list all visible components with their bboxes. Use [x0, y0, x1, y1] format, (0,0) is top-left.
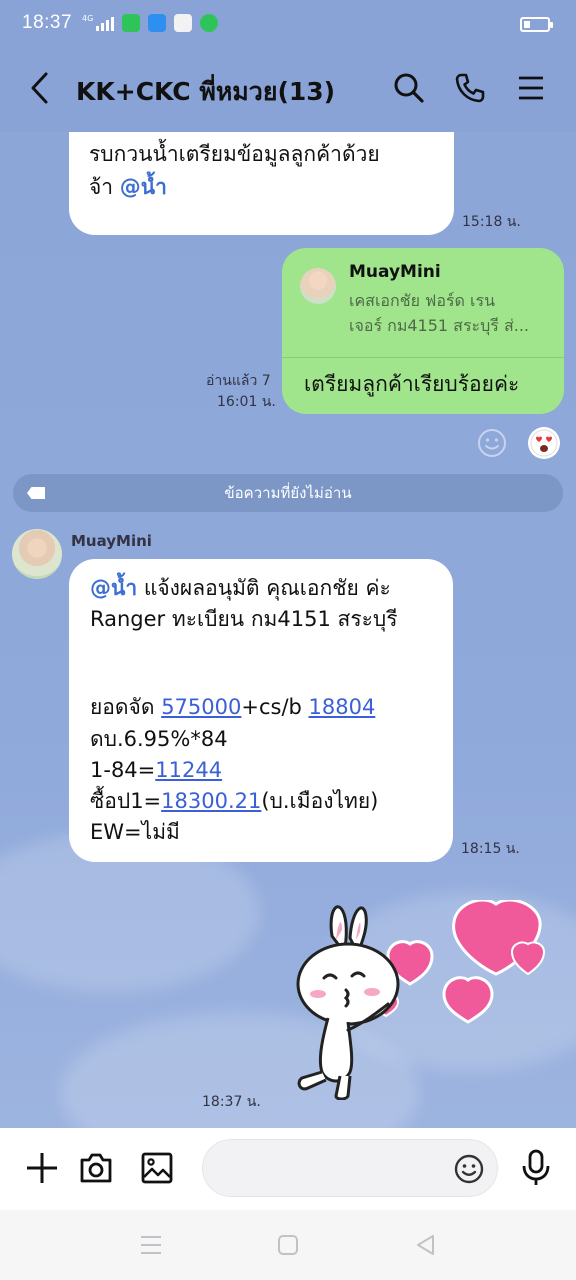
search-button[interactable] — [389, 68, 429, 108]
image-notification-icon — [174, 14, 193, 32]
message-field[interactable] — [202, 1139, 498, 1197]
microphone-icon — [522, 1149, 550, 1185]
quoted-text-line: เคสเอกชัย ฟอร์ด เรน — [349, 291, 496, 310]
message-input[interactable] — [221, 1154, 441, 1184]
message-text: 1-84= — [90, 758, 156, 782]
sender-avatar[interactable] — [12, 529, 62, 579]
message-time: 15:18 น. — [462, 214, 521, 230]
heart-eyes-emoji-icon — [530, 429, 558, 457]
unread-messages-divider: ข้อความที่ยังไม่อ่าน — [13, 474, 563, 512]
quoted-avatar — [300, 268, 336, 304]
phone-number-link[interactable]: 11244 — [155, 758, 222, 782]
message-text: (บ.เมืองไทย) — [261, 789, 379, 813]
chat-area[interactable]: รบกวนน้ำเตรียมข้อมูลลูกค้าด้วย จ้า @น้ำ … — [0, 132, 576, 1128]
quoted-message[interactable]: MuayMini เคสเอกชัย ฟอร์ด เรน เจอร์ กม415… — [282, 248, 564, 358]
incoming-message-bubble[interactable]: รบกวนน้ำเตรียมข้อมูลลูกค้าด้วย จ้า @น้ำ — [69, 132, 454, 235]
phone-icon — [455, 73, 485, 103]
message-text-line: รบกวนน้ำเตรียมข้อมูลลูกค้าด้วย — [89, 142, 380, 166]
home-button[interactable] — [275, 1232, 301, 1258]
tag-icon — [27, 487, 45, 499]
message-text: ซื้อป1= — [90, 789, 162, 813]
voice-button[interactable] — [516, 1148, 556, 1188]
message-text-line: 1-84=11244 — [90, 755, 222, 786]
chevron-left-icon — [31, 72, 48, 104]
call-button[interactable] — [450, 68, 490, 108]
message-text-line: ดบ.6.95%*84 — [90, 727, 228, 751]
message-text: ยอดจัด — [90, 695, 162, 719]
back-nav-button[interactable] — [412, 1232, 438, 1258]
unread-divider-label: ข้อความที่ยังไม่อ่าน — [224, 484, 352, 502]
cony-hearts-sticker[interactable] — [288, 898, 548, 1101]
status-time: 18:37 — [22, 12, 73, 33]
chat-notification-icon — [200, 14, 219, 32]
gallery-button[interactable] — [137, 1148, 177, 1188]
message-text-line: ยอดจัด 575000+cs/b 18804 — [90, 692, 375, 723]
message-text-line: @น้ำ แจ้งผลอนุมัติ คุณเอกชัย ค่ะ — [90, 573, 391, 604]
camera-button[interactable] — [76, 1148, 116, 1188]
love-reaction-button[interactable] — [528, 427, 560, 459]
triangle-back-icon — [417, 1235, 434, 1255]
message-text: +cs/b — [241, 695, 309, 719]
app-notification-icon — [148, 14, 167, 32]
square-icon — [278, 1235, 298, 1255]
phone-number-link[interactable]: 18804 — [309, 695, 376, 719]
outgoing-reply-bubble[interactable]: MuayMini เคสเอกชัย ฟอร์ด เรน เจอร์ กม415… — [282, 248, 564, 414]
add-button[interactable] — [22, 1148, 62, 1188]
incoming-message-bubble[interactable]: @น้ำ แจ้งผลอนุมัติ คุณเอกชัย ค่ะ Ranger … — [69, 559, 453, 862]
quoted-text-line: เจอร์ กม4151 สระบุรี ส่... — [349, 316, 529, 335]
camera-icon — [80, 1153, 112, 1183]
quoted-text: เคสเอกชัย ฟอร์ด เรน เจอร์ กม4151 สระบุรี… — [349, 288, 549, 338]
read-status: อ่านแล้ว 7 — [206, 373, 271, 389]
smiley-outline-icon — [478, 429, 506, 457]
image-icon — [141, 1152, 173, 1184]
add-reaction-button[interactable] — [476, 427, 508, 459]
status-icons: 4G — [82, 14, 219, 32]
phone-number-link[interactable]: 18300.21 — [161, 789, 261, 813]
mention-tag[interactable]: @น้ำ — [120, 175, 167, 199]
signal-icon: 4G — [82, 14, 115, 31]
network-type: 4G — [82, 14, 94, 23]
message-text-line: จ้า @น้ำ — [89, 172, 167, 203]
message-text-line: ซื้อป1=18300.21(บ.เมืองไทย) — [90, 786, 378, 817]
hamburger-menu-icon — [519, 76, 543, 100]
battery-icon — [520, 17, 553, 32]
menu-lines-icon — [141, 1236, 161, 1254]
sticker-image-icon — [296, 898, 546, 1101]
recent-apps-button[interactable] — [138, 1232, 164, 1258]
message-text: แจ้งผลอนุมัติ คุณเอกชัย ค่ะ — [137, 576, 391, 600]
message-time: 16:01 น. — [217, 394, 276, 410]
sender-name: MuayMini — [71, 532, 152, 550]
status-bar: 18:37 4G — [0, 0, 576, 46]
line-notification-icon — [122, 14, 141, 32]
search-icon — [394, 73, 424, 103]
emoji-button[interactable] — [453, 1153, 485, 1185]
message-time: 18:37 น. — [202, 1094, 261, 1110]
mention-tag[interactable]: @น้ำ — [90, 576, 137, 600]
smiley-icon — [454, 1154, 484, 1184]
menu-button[interactable] — [511, 68, 551, 108]
phone-number-link[interactable]: 575000 — [161, 695, 241, 719]
reply-text: เตรียมลูกค้าเรียบร้อยค่ะ — [304, 372, 520, 396]
message-text-line: EW=ไม่มี — [90, 820, 180, 844]
message-text-line: Ranger ทะเบียน กม4151 สระบุรี — [90, 607, 398, 631]
back-button[interactable] — [26, 70, 56, 106]
quoted-sender-name: MuayMini — [349, 262, 441, 282]
system-navigation-bar — [0, 1210, 576, 1280]
message-text: จ้า — [89, 175, 120, 199]
chat-title: KK+CKC พี่หมวย(13) — [76, 77, 336, 106]
chat-header: KK+CKC พี่หมวย(13) — [0, 46, 576, 132]
message-input-bar — [0, 1128, 576, 1210]
plus-icon — [27, 1153, 57, 1183]
message-time: 18:15 น. — [461, 841, 520, 857]
